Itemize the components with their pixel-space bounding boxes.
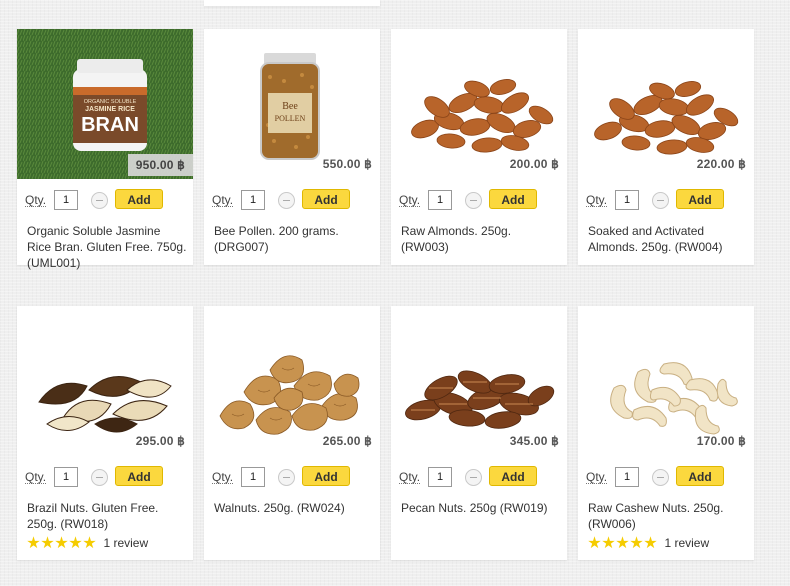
product-price: 550.00 ฿ <box>322 157 372 171</box>
quantity-row: Qty. Add <box>399 189 569 213</box>
product-price: 220.00 ฿ <box>696 157 746 171</box>
svg-text:JASMINE RICE: JASMINE RICE <box>85 106 135 113</box>
product-card: 170.00 ฿ Qty. Add Raw Cashew Nuts. 250g.… <box>578 306 754 560</box>
star-icon <box>55 536 68 549</box>
star-icon <box>644 536 657 549</box>
product-title[interactable]: Pecan Nuts. 250g (RW019) <box>401 500 561 516</box>
add-to-cart-button[interactable]: Add <box>676 189 724 209</box>
quantity-input[interactable] <box>428 467 452 487</box>
decrease-quantity-button[interactable] <box>91 469 108 486</box>
product-card: 200.00 ฿ Qty. Add Raw Almonds. 250g. (RW… <box>391 29 567 265</box>
add-to-cart-button[interactable]: Add <box>489 466 537 486</box>
star-icon <box>69 536 82 549</box>
product-title[interactable]: Brazil Nuts. Gluten Free. 250g. (RW018) <box>27 500 187 532</box>
product-title[interactable]: Raw Almonds. 250g. (RW003) <box>401 223 561 255</box>
star-icon <box>27 536 40 549</box>
star-icon <box>602 536 615 549</box>
quantity-row: Qty. Add <box>25 466 195 490</box>
svg-text:BRAN: BRAN <box>81 114 139 136</box>
decrease-quantity-button[interactable] <box>652 192 669 209</box>
quantity-row: Qty. Add <box>586 466 756 490</box>
product-price: 265.00 ฿ <box>322 434 372 448</box>
quantity-row: Qty. Add <box>399 466 569 490</box>
product-title[interactable]: Walnuts. 250g. (RW024) <box>214 500 374 516</box>
review-count[interactable]: 1 review <box>664 536 709 550</box>
svg-text:Bee: Bee <box>282 101 298 112</box>
previous-row-card-edge <box>204 0 380 6</box>
product-card: 220.00 ฿ Qty. Add Soaked and Activated A… <box>578 29 754 265</box>
quantity-input[interactable] <box>615 467 639 487</box>
quantity-input[interactable] <box>241 190 265 210</box>
product-price: 170.00 ฿ <box>696 434 746 448</box>
quantity-row: Qty. Add <box>586 189 756 213</box>
star-icon <box>41 536 54 549</box>
product-card: Bee POLLEN 550.00 ฿ Qty. Add Bee Pollen.… <box>204 29 380 265</box>
add-to-cart-button[interactable]: Add <box>302 466 350 486</box>
decrease-quantity-button[interactable] <box>652 469 669 486</box>
product-card: ORGANIC SOLUBLE JASMINE RICE BRAN 950.00… <box>17 29 195 270</box>
qty-label: Qty. <box>586 470 608 484</box>
decrease-quantity-button[interactable] <box>465 192 482 209</box>
product-card: 265.00 ฿ Qty. Add Walnuts. 250g. (RW024) <box>204 306 380 560</box>
product-price: 345.00 ฿ <box>509 434 559 448</box>
star-icon <box>616 536 629 549</box>
qty-label: Qty. <box>212 193 234 207</box>
quantity-input[interactable] <box>54 190 78 210</box>
quantity-input[interactable] <box>428 190 452 210</box>
product-price: 200.00 ฿ <box>509 157 559 171</box>
decrease-quantity-button[interactable] <box>278 469 295 486</box>
add-to-cart-button[interactable]: Add <box>115 466 163 486</box>
add-to-cart-button[interactable]: Add <box>489 189 537 209</box>
qty-label: Qty. <box>399 193 421 207</box>
star-icon <box>83 536 96 549</box>
add-to-cart-button[interactable]: Add <box>302 189 350 209</box>
add-to-cart-button[interactable]: Add <box>676 466 724 486</box>
product-title[interactable]: Bee Pollen. 200 grams. (DRG007) <box>214 223 374 255</box>
star-icon <box>630 536 643 549</box>
product-card: 345.00 ฿ Qty. Add Pecan Nuts. 250g (RW01… <box>391 306 567 560</box>
quantity-row: Qty. Add <box>25 189 195 213</box>
qty-label: Qty. <box>399 470 421 484</box>
rating[interactable]: 1 review <box>27 534 197 550</box>
svg-text:ORGANIC SOLUBLE: ORGANIC SOLUBLE <box>84 99 137 105</box>
product-card: 295.00 ฿ Qty. Add Brazil Nuts. Gluten Fr… <box>17 306 193 560</box>
svg-text:POLLEN: POLLEN <box>275 114 306 123</box>
quantity-input[interactable] <box>615 190 639 210</box>
decrease-quantity-button[interactable] <box>278 192 295 209</box>
quantity-row: Qty. Add <box>212 189 382 213</box>
product-title[interactable]: Organic Soluble Jasmine Rice Bran. Glute… <box>27 223 187 271</box>
product-price: 295.00 ฿ <box>135 434 185 448</box>
decrease-quantity-button[interactable] <box>465 469 482 486</box>
qty-label: Qty. <box>25 193 47 207</box>
star-icon <box>588 536 601 549</box>
rating[interactable]: 1 review <box>588 534 758 550</box>
qty-label: Qty. <box>586 193 608 207</box>
qty-label: Qty. <box>25 470 47 484</box>
quantity-input[interactable] <box>241 467 265 487</box>
review-count[interactable]: 1 review <box>103 536 148 550</box>
add-to-cart-button[interactable]: Add <box>115 189 163 209</box>
qty-label: Qty. <box>212 470 234 484</box>
product-title[interactable]: Raw Cashew Nuts. 250g. (RW006) <box>588 500 748 532</box>
product-price: 950.00 ฿ <box>127 154 193 176</box>
product-title[interactable]: Soaked and Activated Almonds. 250g. (RW0… <box>588 223 748 255</box>
quantity-row: Qty. Add <box>212 466 382 490</box>
decrease-quantity-button[interactable] <box>91 192 108 209</box>
quantity-input[interactable] <box>54 467 78 487</box>
